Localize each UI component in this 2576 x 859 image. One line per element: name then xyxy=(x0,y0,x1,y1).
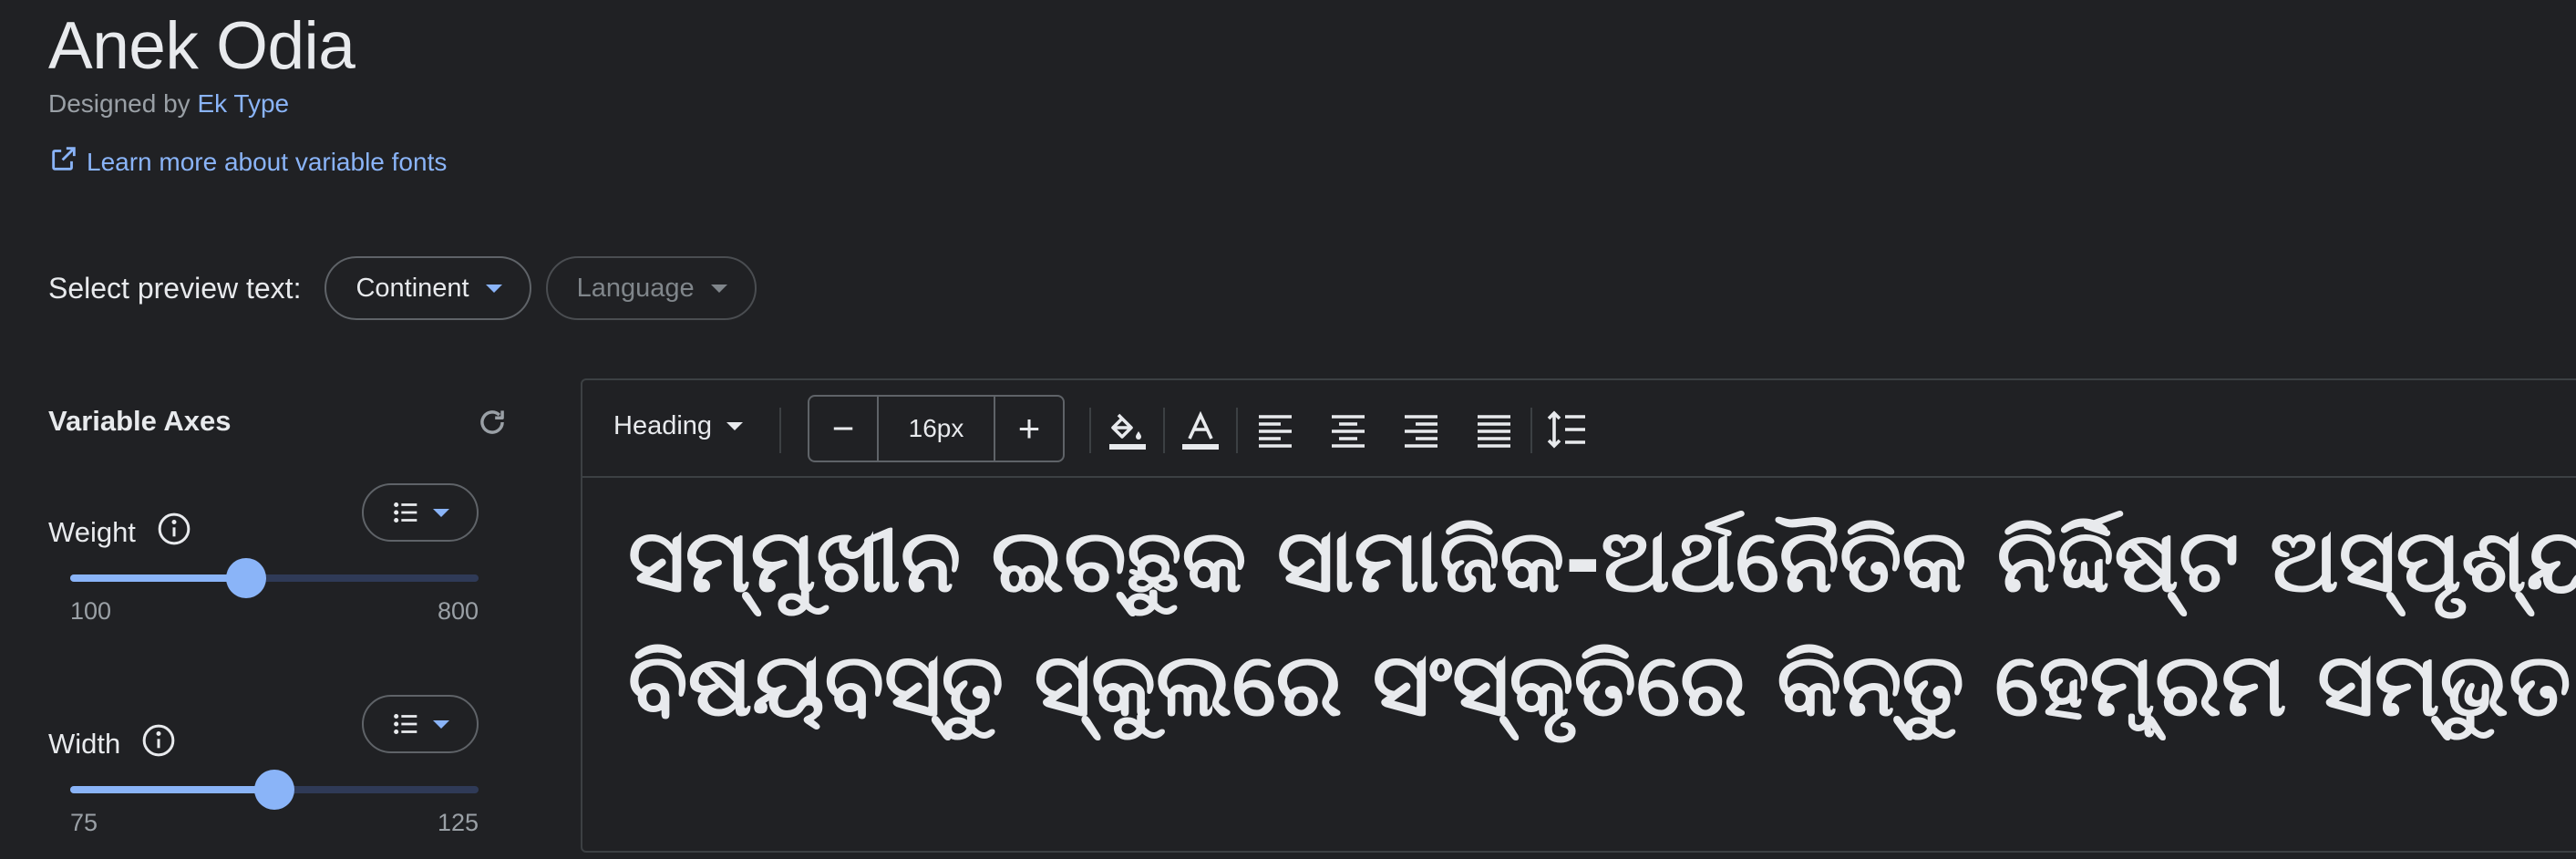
axis-width-max: 125 xyxy=(437,809,479,836)
caret-down-icon xyxy=(433,719,449,729)
axis-weight-menu-button[interactable] xyxy=(362,483,479,542)
align-justify-icon[interactable] xyxy=(1472,408,1516,451)
align-right-icon[interactable] xyxy=(1399,408,1443,451)
axis-width: Width 75 125 xyxy=(48,695,504,859)
preview-selector: Select preview text: Continent Language xyxy=(48,255,771,321)
preview-selector-label: Select preview text: xyxy=(48,271,302,305)
toolbar-divider xyxy=(1089,408,1091,453)
align-center-icon[interactable] xyxy=(1326,408,1370,451)
preview-line: ବିଷୟବସ୍ତୁ ସ୍କୁଲରେ ସଂସ୍କୃତିରେ କିନ୍ତୁ ହେମ୍… xyxy=(628,634,2576,736)
axis-width-menu-button[interactable] xyxy=(362,695,479,753)
reset-icon[interactable] xyxy=(475,405,510,440)
caret-down-icon xyxy=(726,422,744,430)
designed-by-label: Designed by xyxy=(48,89,191,118)
designer-link[interactable]: Ek Type xyxy=(197,89,289,118)
axis-weight-min: 100 xyxy=(70,597,112,625)
external-link-icon xyxy=(48,143,79,181)
designer-line: Designed by Ek Type xyxy=(48,89,289,119)
fill-color-icon[interactable] xyxy=(1106,408,1149,451)
font-size-value[interactable]: 16px xyxy=(877,397,995,461)
line-height-icon[interactable] xyxy=(1545,408,1589,451)
axis-weight-slider-fill xyxy=(70,574,246,582)
variable-axes-title: Variable Axes xyxy=(48,405,232,437)
axis-weight-slider[interactable] xyxy=(70,558,479,598)
language-dropdown-label: Language xyxy=(576,273,695,303)
text-style-label: Heading xyxy=(613,411,713,440)
info-icon[interactable] xyxy=(140,722,177,766)
text-color-icon[interactable] xyxy=(1179,408,1222,451)
axis-width-slider-thumb[interactable] xyxy=(254,770,294,810)
axis-width-min: 75 xyxy=(70,809,98,836)
toolbar-divider xyxy=(1530,408,1532,453)
info-icon[interactable] xyxy=(156,511,192,554)
axis-weight-label: Weight xyxy=(48,511,192,554)
continent-dropdown-label: Continent xyxy=(355,273,469,303)
list-icon xyxy=(394,502,417,523)
align-left-icon[interactable] xyxy=(1253,408,1297,451)
axis-weight: Weight 100 800 xyxy=(48,483,504,647)
learn-more-link[interactable]: Learn more about variable fonts xyxy=(48,143,447,181)
preview-editor: Heading − 16px + ସମ୍ମୁଖୀନ ଇଚ୍ଛୁକ ସାମାଜିକ… xyxy=(581,378,2576,853)
axis-width-name: Width xyxy=(48,728,121,760)
learn-more-label: Learn more about variable fonts xyxy=(87,147,448,176)
axis-width-slider-fill xyxy=(70,786,274,793)
caret-down-icon xyxy=(433,508,449,517)
text-style-dropdown[interactable]: Heading xyxy=(613,411,744,441)
list-icon xyxy=(394,713,417,735)
axis-weight-name: Weight xyxy=(48,516,136,548)
font-header: Anek Odia xyxy=(48,7,355,86)
preview-text-area[interactable]: ସମ୍ମୁଖୀନ ଇଚ୍ଛୁକ ସାମାଜିକ-ଅର୍ଥନୈତିକ ନିର୍ଦ୍… xyxy=(628,499,2576,747)
axis-width-slider[interactable] xyxy=(70,770,479,810)
axis-weight-max: 800 xyxy=(437,597,479,625)
preview-line: ସମ୍ମୁଖୀନ ଇଚ୍ଛୁକ ସାମାଜିକ-ଅର୍ଥନୈତିକ ନିର୍ଦ୍… xyxy=(628,510,2576,612)
language-dropdown[interactable]: Language xyxy=(545,256,757,320)
caret-down-icon xyxy=(710,284,727,293)
font-title: Anek Odia xyxy=(48,9,355,83)
decrease-size-button[interactable]: − xyxy=(809,397,877,461)
toolbar-divider xyxy=(1163,408,1165,453)
axis-weight-slider-thumb[interactable] xyxy=(225,558,266,598)
continent-dropdown[interactable]: Continent xyxy=(325,256,531,320)
caret-down-icon xyxy=(485,284,502,293)
increase-size-button[interactable]: + xyxy=(995,397,1063,461)
toolbar-divider xyxy=(1236,408,1238,453)
editor-toolbar: Heading − 16px + xyxy=(582,380,2576,478)
font-size-stepper: − 16px + xyxy=(808,395,1065,462)
toolbar-divider xyxy=(779,408,781,453)
axis-width-label: Width xyxy=(48,722,177,766)
